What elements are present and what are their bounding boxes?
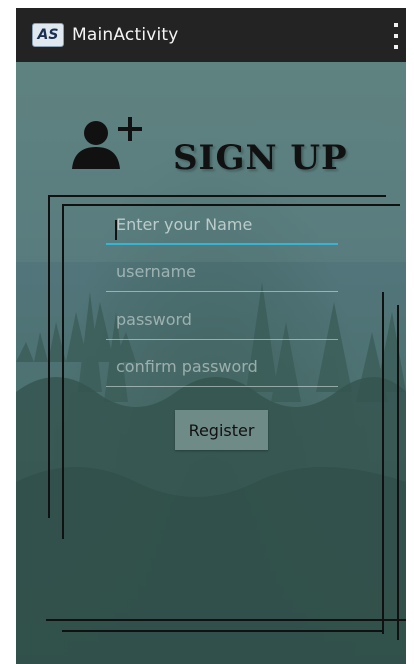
app-title: MainActivity: [72, 25, 179, 45]
decor-line: [397, 305, 399, 640]
decor-line: [48, 195, 50, 518]
decor-line: [46, 619, 406, 621]
app-logo-icon: AS: [32, 23, 64, 47]
register-button[interactable]: Register: [175, 410, 268, 450]
app-bar: AS MainActivity: [16, 8, 406, 62]
confirm-password-field[interactable]: [106, 347, 338, 387]
decor-line: [48, 195, 386, 197]
three-dots-vertical-icon[interactable]: [392, 23, 400, 49]
decor-line: [62, 630, 384, 632]
page-title: SIGN UP: [173, 138, 348, 178]
username-field[interactable]: [106, 252, 338, 292]
text-cursor: [115, 220, 117, 240]
decor-line: [382, 292, 384, 634]
phone-screen: AS MainActivity SIGN UP Enter your Name …: [16, 8, 406, 664]
add-user-icon: [72, 117, 142, 169]
decor-line: [62, 204, 64, 539]
signup-screen: SIGN UP Register: [16, 62, 406, 664]
name-field[interactable]: [106, 205, 338, 245]
password-field[interactable]: [106, 300, 338, 340]
